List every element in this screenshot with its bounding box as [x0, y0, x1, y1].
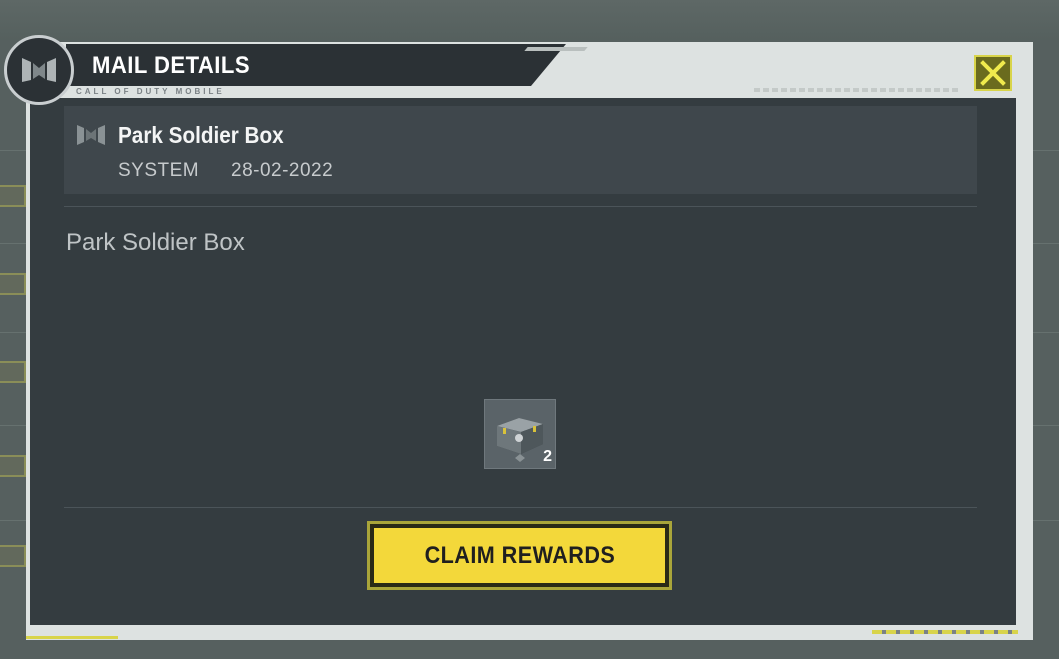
- claim-rewards-button[interactable]: CLAIM REWARDS: [367, 521, 672, 590]
- background-mail-icon: [0, 545, 26, 567]
- content-divider: [64, 206, 977, 207]
- mail-sender: SYSTEM: [118, 160, 200, 181]
- background-mail-icon: [0, 185, 26, 207]
- background-header-strip: [0, 0, 1059, 40]
- claim-rewards-label: CLAIM REWARDS: [424, 541, 615, 569]
- modal-title: MAIL DETAILS: [92, 52, 251, 79]
- cod-logo-icon: [77, 125, 105, 145]
- reward-count: 2: [543, 448, 552, 465]
- close-button[interactable]: [974, 55, 1012, 91]
- footer-accent-bar: [26, 636, 118, 639]
- background-mail-icon: [0, 455, 26, 477]
- background-mail-icon: [0, 361, 26, 383]
- mail-header-card: Park Soldier Box SYSTEM 28-02-2022: [64, 106, 977, 194]
- mail-body-title: Park Soldier Box: [66, 229, 245, 256]
- game-logo: [4, 35, 74, 105]
- background-mail-icon: [0, 273, 26, 295]
- content-divider: [64, 507, 977, 508]
- header-accent: [524, 47, 588, 51]
- close-icon: [980, 60, 1006, 86]
- claim-rewards-face: CLAIM REWARDS: [374, 528, 665, 583]
- mail-date: 28-02-2022: [231, 160, 334, 181]
- mail-title: Park Soldier Box: [118, 122, 284, 148]
- reward-item[interactable]: 2: [484, 399, 556, 469]
- cod-logo-icon: [22, 58, 56, 82]
- header-tick-marks: [754, 88, 960, 92]
- modal-subtitle: CALL OF DUTY MOBILE: [76, 87, 225, 96]
- footer-tick-marks: [872, 630, 1018, 634]
